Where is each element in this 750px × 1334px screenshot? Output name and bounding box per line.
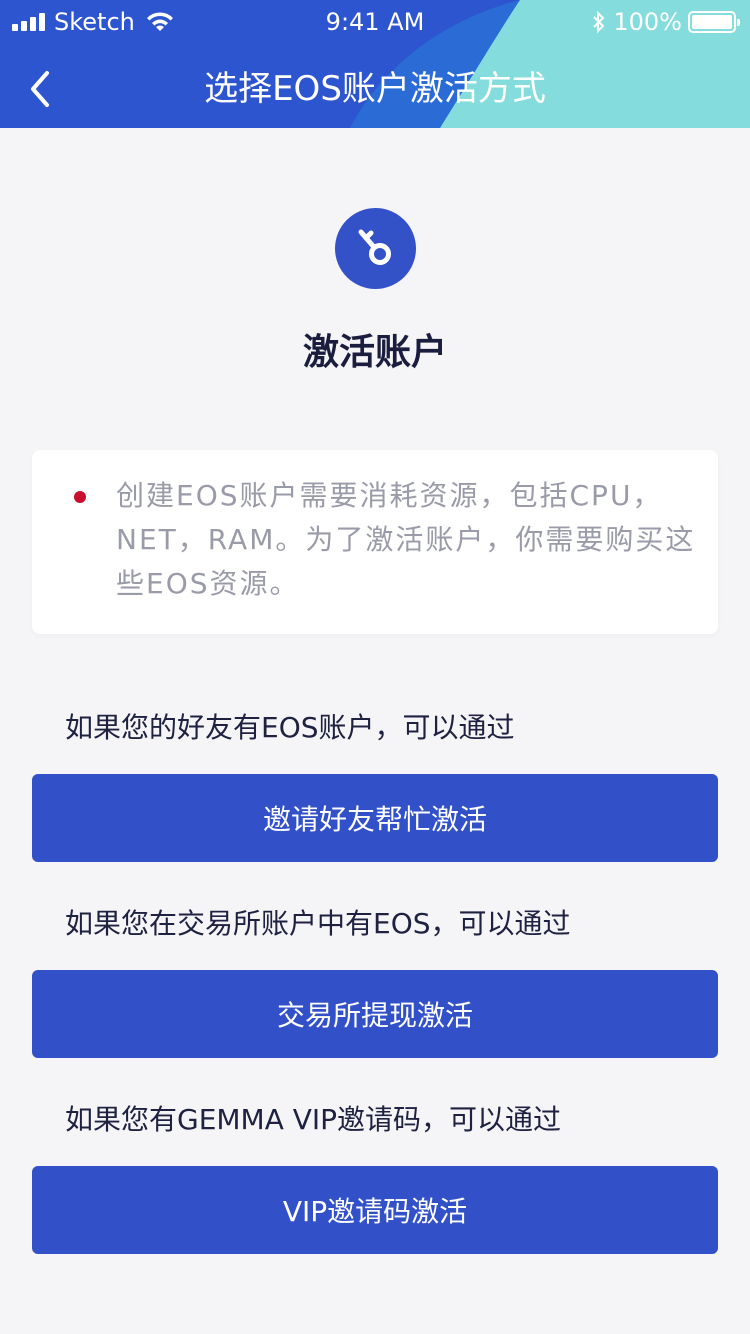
info-card: 创建EOS账户需要消耗资源，包括CPU，NET，RAM。为了激活账户，你需要购买… [32,450,718,634]
activate-account-title: 激活账户 [302,332,447,373]
option-label-friend: 如果您的好友有EOS账户，可以通过 [65,711,515,744]
invite-friend-button[interactable]: 邀请好友帮忙激活 [32,774,718,862]
bullet-dot [74,491,86,503]
vip-code-button[interactable]: VIP邀请码激活 [32,1166,718,1254]
key-icon [335,208,416,289]
option-label-exchange: 如果您在交易所账户中有EOS，可以通过 [65,907,571,940]
nav-header: Sketch 9:41 AM 100% 选择EOS账户激活方式 [0,0,750,128]
battery-icon [688,11,740,33]
status-bar: Sketch 9:41 AM 100% [0,0,750,44]
status-right: 100% [591,8,740,36]
exchange-withdraw-button[interactable]: 交易所提现激活 [32,970,718,1058]
page-title: 选择EOS账户激活方式 [204,69,546,109]
battery-percentage: 100% [613,8,682,36]
bluetooth-icon [593,10,605,34]
resource-notice-text: 创建EOS账户需要消耗资源，包括CPU，NET，RAM。为了激活账户，你需要购买… [116,479,696,600]
option-label-vip: 如果您有GEMMA VIP邀请码，可以通过 [65,1103,562,1136]
